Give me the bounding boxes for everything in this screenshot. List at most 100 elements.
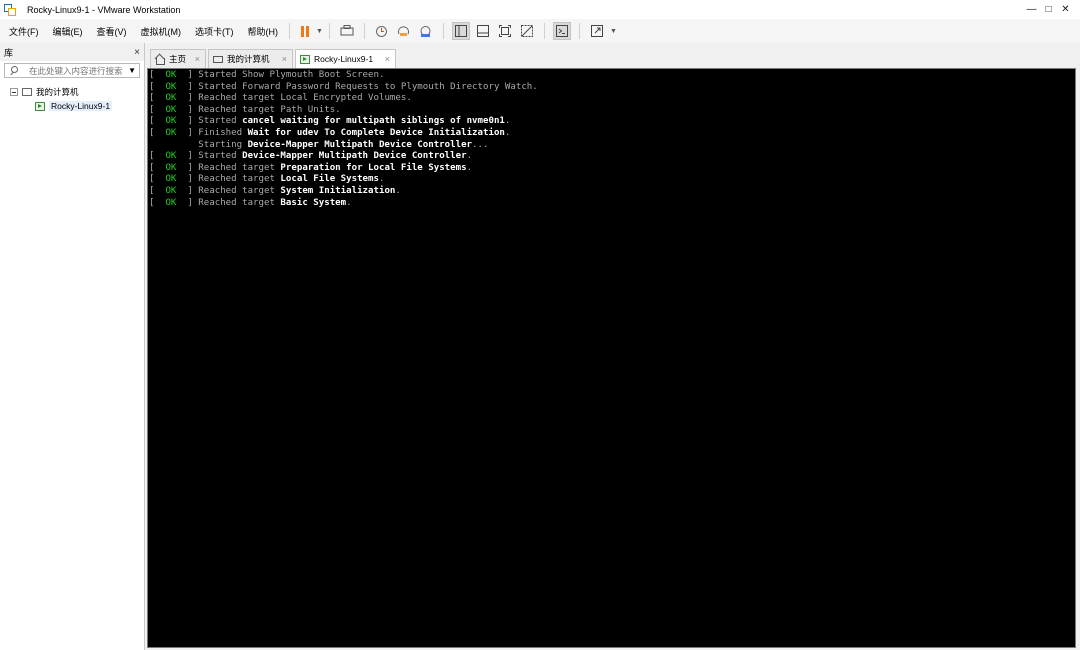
status-bracket: [ [149,185,166,196]
console-unit: cancel waiting for multipath siblings of… [242,116,505,127]
monitor-icon [213,55,223,63]
stretch-dropdown-arrow-icon[interactable]: ▼ [610,28,617,35]
console-line: [ OK ] Reached target Path Units. [148,105,1075,117]
console-unit: Basic System [280,197,347,208]
status-bracket: ] [176,81,199,92]
snapshot-icon [376,25,388,37]
tree-item-vm[interactable]: Rocky-Linux9-1 [0,99,144,113]
menu-tabs[interactable]: 选项卡(T) [186,25,239,38]
tab-rocky-linux[interactable]: Rocky-Linux9-1 × [295,49,396,68]
search-dropdown-arrow-icon[interactable]: ▼ [128,66,136,75]
console-line: [ OK ] Reached target Basic System. [148,198,1075,210]
tab-close-icon[interactable]: × [385,54,390,64]
console-verb: Started [198,151,243,162]
maximize-button[interactable]: □ [1040,4,1057,15]
library-view-button[interactable] [451,22,470,40]
thumbnail-bar-icon [476,25,489,37]
library-search-box[interactable]: ▼ [4,63,140,78]
revert-snapshot-button[interactable] [395,22,413,40]
console-unit: Device-Mapper Multipath Device Controlle… [247,139,473,150]
stretch-button[interactable] [588,22,606,40]
console-unit: Device-Mapper Multipath Device Controlle… [242,151,467,162]
toolbar-separator [442,23,444,39]
console-text: Path Units. [280,104,341,115]
minimize-button[interactable]: — [1023,4,1040,15]
thumbnail-bar-button[interactable] [474,22,492,40]
console-verb: Reached target [198,93,281,104]
tab-my-computer[interactable]: 我的计算机 × [208,49,293,68]
library-header: 库 × [0,43,144,61]
library-view-icon [454,25,467,37]
tab-home[interactable]: 主页 × [150,49,206,68]
status-bracket: [ [149,104,166,115]
close-button[interactable]: ✕ [1057,4,1074,15]
window-controls: — □ ✕ [1023,0,1074,19]
menu-view[interactable]: 查看(V) [88,25,132,38]
status-bracket: ] [176,116,199,127]
status-bracket: [ [149,81,166,92]
power-dropdown-arrow-icon[interactable]: ▼ [316,28,323,35]
menu-vm[interactable]: 虚拟机(M) [132,25,187,38]
fullscreen-button[interactable] [496,22,514,40]
console-verb: Reached target [198,197,281,208]
status-ok: OK [165,185,177,196]
status-bracket: [ [149,70,166,80]
tab-label: Rocky-Linux9-1 [314,54,374,64]
tab-close-icon[interactable]: × [195,54,200,64]
pause-icon [301,25,304,37]
snapshot-manager-button[interactable] [417,22,435,40]
snapshot-manager-icon [420,25,431,37]
status-ok: OK [165,116,177,127]
tab-label: 我的计算机 [227,54,270,64]
console-verb: Reached target [198,104,281,115]
menu-edit[interactable]: 编辑(E) [44,25,88,38]
toolbar-separator [578,23,580,39]
menu-file[interactable]: 文件(F) [0,25,44,38]
status-bracket: ] [176,162,199,173]
tab-label: 主页 [169,54,187,64]
status-bracket: [ [149,162,166,173]
library-tree: 我的计算机 Rocky-Linux9-1 [0,85,144,113]
library-close-button[interactable]: × [134,47,140,58]
console-line: [ OK ] Reached target Preparation for Lo… [148,163,1075,175]
console-text: ... [472,139,489,150]
status-ok: OK [165,127,177,138]
status-bracket: ] [176,70,199,80]
pause-button[interactable] [298,22,312,40]
status-ok: OK [165,104,177,115]
status-bracket: [ [149,174,166,185]
status-bracket: ] [176,151,199,162]
status-ok: OK [165,197,177,208]
send-keys-icon [340,25,354,36]
vm-running-icon [35,101,45,111]
menu-help[interactable]: 帮助(H) [239,25,284,38]
tab-close-icon[interactable]: × [282,54,287,64]
console-line: [ OK ] Started Device-Mapper Multipath D… [148,151,1075,163]
status-bracket: ] [176,104,199,115]
console-unit: System Initialization [280,185,396,196]
tree-item-my-computer[interactable]: 我的计算机 [0,85,144,99]
console-text: . [466,151,473,162]
console-text: . [504,116,511,127]
console-view-button[interactable] [552,22,571,40]
title-bar: Rocky-Linux9-1 - VMware Workstation — □ … [0,0,1080,19]
console-line: [ OK ] Reached target Local File Systems… [148,174,1075,186]
console-verb: Started [198,70,243,80]
snapshot-button[interactable] [373,22,391,40]
vm-console[interactable]: [ OK ] Started Show Plymouth Boot Screen… [147,68,1076,648]
send-keys-button[interactable] [338,22,356,40]
unity-button[interactable] [518,22,536,40]
status-ok: OK [165,93,177,104]
library-search-input[interactable] [29,65,129,76]
menu-bar: 文件(F) 编辑(E) 查看(V) 虚拟机(M) 选项卡(T) 帮助(H) ▼ … [0,19,1080,43]
collapse-toggle-icon[interactable] [10,88,18,96]
console-line: [ OK ] Finished Wait for udev To Complet… [148,128,1075,140]
console-verb: Reached target [198,162,281,173]
console-line: [ OK ] Started Show Plymouth Boot Screen… [148,70,1075,82]
status-bracket: ] [176,93,199,104]
console-verb: Finished [198,127,248,138]
status-bracket: ] [176,197,199,208]
console-unit: Preparation for Local File Systems [280,162,467,173]
console-text: Forward Password Requests to Plymouth Di… [242,81,538,92]
tree-item-label: Rocky-Linux9-1 [49,101,113,111]
